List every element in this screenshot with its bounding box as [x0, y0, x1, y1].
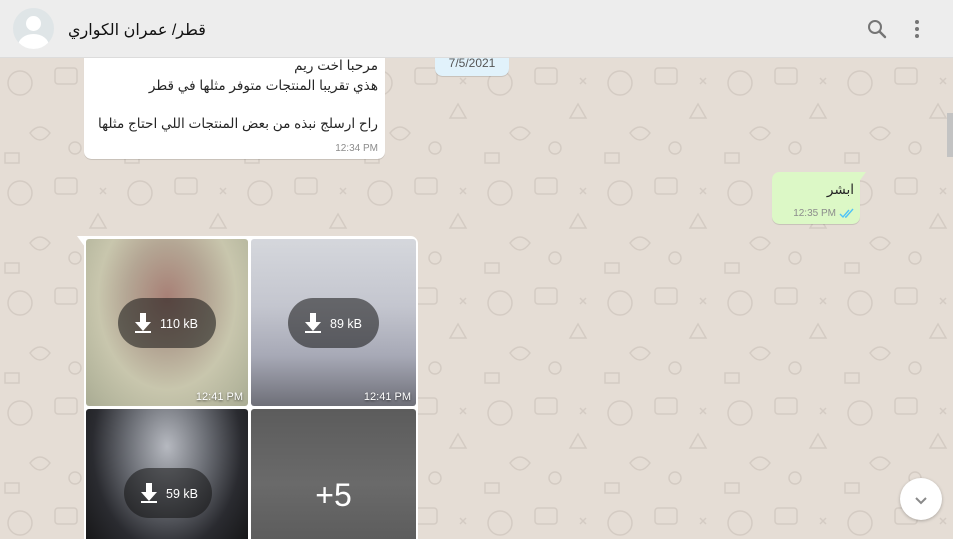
- incoming-message[interactable]: مرحبا اخت ريم هذي تقريبا المنتجات متوفر …: [84, 58, 385, 159]
- double-check-read-icon: [839, 208, 854, 219]
- bubble-tail-out: [858, 172, 866, 183]
- message-line: هذي تقريبا المنتجات متوفر مثلها في قطر: [148, 78, 378, 93]
- download-button[interactable]: 89 kB: [288, 298, 379, 348]
- message-time: 12:34 PM: [335, 143, 378, 154]
- download-icon: [135, 313, 151, 333]
- file-size: 89 kB: [330, 317, 362, 331]
- file-size: 110 kB: [160, 317, 198, 331]
- download-button[interactable]: 59 kB: [124, 468, 212, 518]
- date-label: 7/5/2021: [448, 58, 496, 70]
- outgoing-message[interactable]: ابشر 12:35 PM: [772, 172, 860, 224]
- file-size: 59 kB: [166, 487, 198, 501]
- media-time: 12:41 PM: [195, 391, 243, 403]
- message-text: ابشر: [826, 182, 854, 197]
- media-tile-more[interactable]: +5: [251, 409, 416, 539]
- media-tile[interactable]: 110 kB 12:41 PM: [86, 239, 248, 406]
- chevron-down-icon: [915, 497, 927, 505]
- search-icon[interactable]: [865, 17, 889, 41]
- message-line: مرحبا اخت ريم: [294, 58, 378, 73]
- contact-name[interactable]: قطر/ عمران الكواري: [68, 20, 206, 40]
- chat-header: قطر/ عمران الكواري: [0, 0, 953, 58]
- more-media-count: +5: [315, 477, 352, 513]
- date-chip: 7/5/2021: [435, 58, 509, 76]
- contact-avatar[interactable]: [13, 8, 54, 49]
- message-time: 12:35 PM: [793, 208, 836, 219]
- conversation-panel[interactable]: مرحبا اخت ريم هذي تقريبا المنتجات متوفر …: [0, 58, 953, 539]
- menu-dots-icon[interactable]: [905, 17, 929, 41]
- download-icon: [305, 313, 321, 333]
- scroll-to-bottom-button[interactable]: [900, 478, 942, 520]
- media-tile[interactable]: 89 kB 12:41 PM: [251, 239, 416, 406]
- media-album-message[interactable]: 110 kB 12:41 PM 89 kB 12:41 PM 59 kB +5: [84, 236, 418, 539]
- media-time: 12:41 PM: [363, 391, 411, 403]
- message-line: راح ارسلج نبذه من بعض المنتجات اللي احتا…: [97, 116, 378, 131]
- media-tile[interactable]: 59 kB: [86, 409, 248, 539]
- scrollbar-thumb[interactable]: [947, 113, 953, 157]
- download-icon: [141, 483, 157, 503]
- download-button[interactable]: 110 kB: [118, 298, 216, 348]
